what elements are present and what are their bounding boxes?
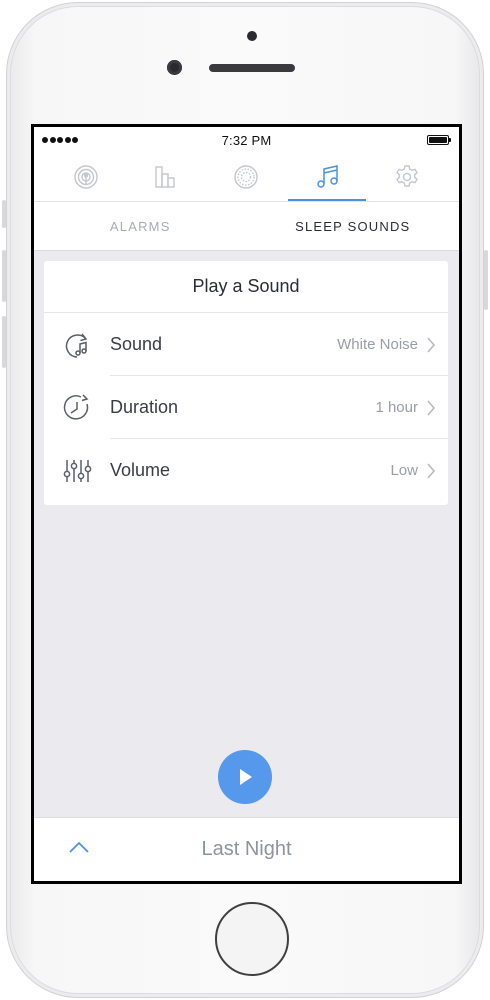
tab-stats[interactable] xyxy=(127,153,205,201)
gear-icon xyxy=(395,165,418,187)
tab-sounds[interactable] xyxy=(287,153,366,201)
sound-row[interactable]: Sound White Noise xyxy=(44,313,448,376)
sound-label: Sound xyxy=(110,334,163,354)
volume-label: Volume xyxy=(110,460,171,480)
sound-value: White Noise xyxy=(337,336,418,353)
last-night-label: Last Night xyxy=(201,838,292,860)
chevron-right-icon xyxy=(427,400,435,415)
volume-row[interactable]: Volume Low xyxy=(44,439,448,502)
volume-up-button[interactable] xyxy=(2,250,6,302)
tab-explore[interactable] xyxy=(207,153,285,201)
front-camera xyxy=(167,60,182,75)
battery-icon xyxy=(427,135,451,145)
duration-clock-icon xyxy=(63,393,89,420)
tab-alarms[interactable]: ALARMS xyxy=(34,202,247,250)
icon-tab-bar xyxy=(34,153,459,201)
play-icon xyxy=(240,769,252,785)
segment-tabs: ALARMS SLEEP SOUNDS xyxy=(34,201,459,251)
card-title: Play a Sound xyxy=(44,261,448,313)
sound-icon xyxy=(65,333,88,358)
chevron-up-icon[interactable] xyxy=(68,840,90,854)
duration-label: Duration xyxy=(110,397,179,417)
volume-sliders-icon xyxy=(63,459,92,482)
app-screen: 7:32 PM ALARMS SLEEP SOUNDS Play a Sound… xyxy=(34,127,459,881)
proximity-sensor xyxy=(247,31,257,41)
play-sound-card: Play a Sound Sound White Noise Duration … xyxy=(44,261,448,505)
duration-row[interactable]: Duration 1 hour xyxy=(44,376,448,439)
phone-screen: 7:32 PM ALARMS SLEEP SOUNDS Play a Sound… xyxy=(31,124,462,884)
bar-chart-icon xyxy=(155,166,175,188)
tab-settings[interactable] xyxy=(368,153,446,201)
chevron-right-icon xyxy=(427,337,435,352)
signal-strength-icon xyxy=(42,137,78,143)
music-note-icon xyxy=(316,165,338,188)
duration-value: 1 hour xyxy=(375,399,418,416)
chevron-right-icon xyxy=(427,463,435,478)
mute-switch[interactable] xyxy=(2,200,6,228)
globe-icon xyxy=(234,165,259,189)
power-button[interactable] xyxy=(484,250,488,310)
play-button[interactable] xyxy=(218,750,272,804)
volume-down-button[interactable] xyxy=(2,316,6,368)
broadcast-icon xyxy=(74,165,98,189)
status-time: 7:32 PM xyxy=(221,132,272,148)
status-bar: 7:32 PM xyxy=(34,127,459,153)
volume-value: Low xyxy=(390,462,418,479)
tab-broadcast[interactable] xyxy=(47,153,125,201)
earpiece-speaker xyxy=(209,64,295,72)
bottom-bar[interactable]: Last Night xyxy=(34,817,459,881)
home-button[interactable] xyxy=(215,902,289,976)
tab-sleep-sounds[interactable]: SLEEP SOUNDS xyxy=(247,202,460,250)
